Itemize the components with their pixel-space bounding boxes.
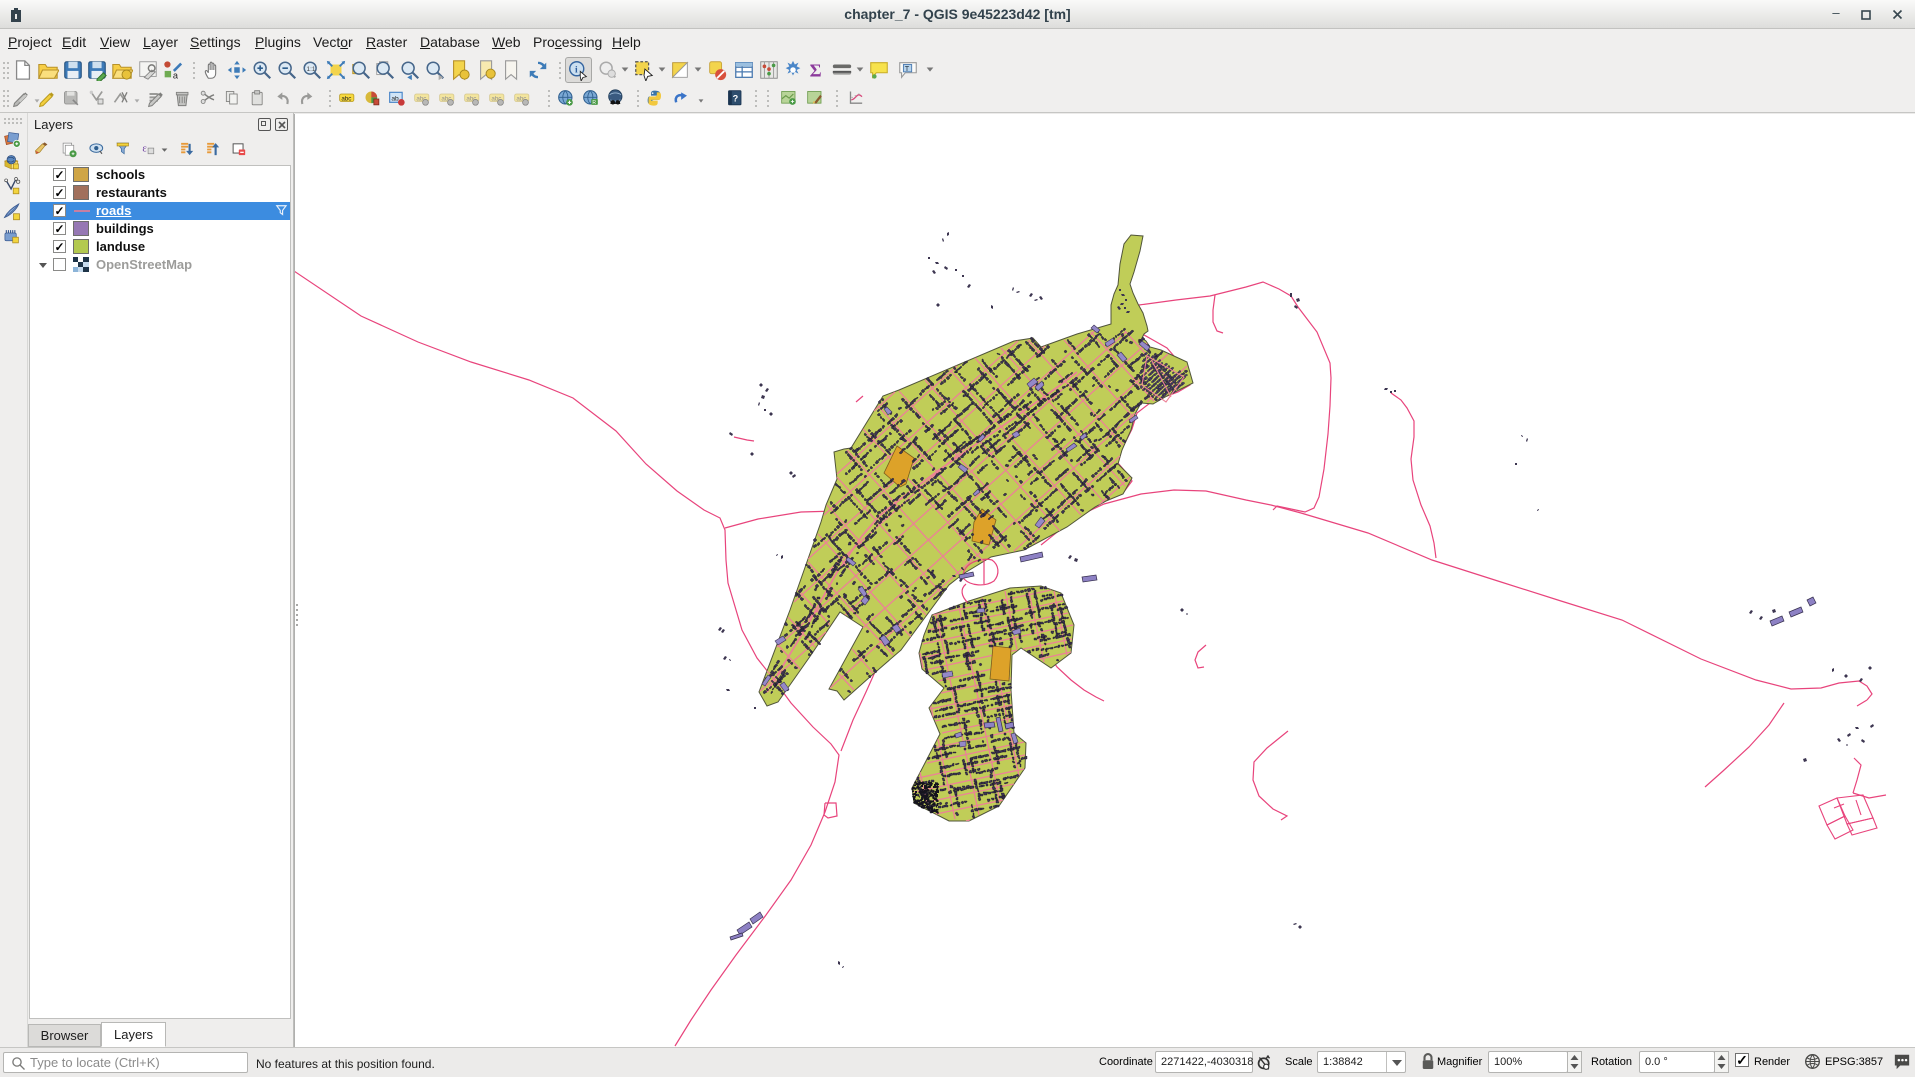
- svg-text:T: T: [905, 64, 910, 73]
- svg-text:R: R: [592, 100, 596, 106]
- svg-text:abc: abc: [341, 95, 351, 102]
- svg-text:i: i: [575, 64, 578, 75]
- svg-text:Σ: Σ: [810, 60, 822, 80]
- svg-text:?: ?: [733, 94, 739, 104]
- svg-text:a: a: [173, 70, 179, 80]
- svg-text:ε: ε: [142, 144, 147, 155]
- svg-text:1:1: 1:1: [307, 66, 316, 73]
- svg-text:ab: ab: [391, 95, 399, 102]
